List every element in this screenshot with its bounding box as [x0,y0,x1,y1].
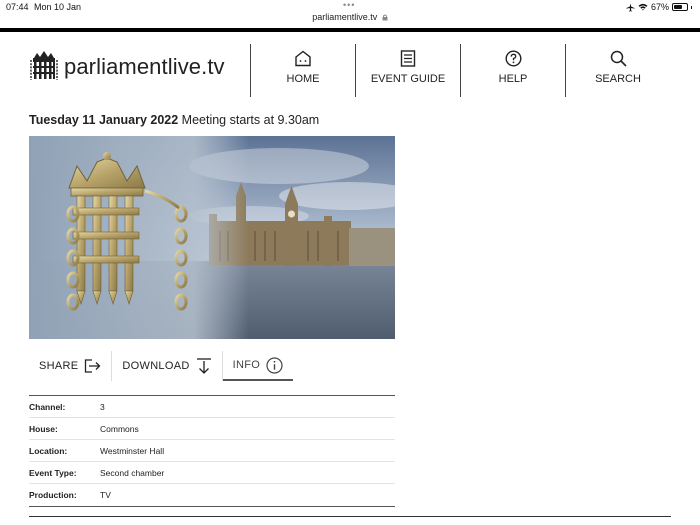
info-key: Event Type: [29,467,77,478]
info-row: House: Commons [29,418,395,440]
document-list-icon [400,50,416,67]
info-value: Second chamber [100,467,165,478]
battery-level-fill [674,5,683,9]
help-icon [504,50,522,67]
status-time: 07:44 [6,2,29,12]
wifi-icon [638,3,648,11]
info-value: TV [100,490,111,500]
meeting-date: Tuesday 11 January 2022 [29,113,179,127]
nav-search-label: SEARCH [595,73,641,85]
info-label: INFO [232,359,261,371]
download-button[interactable]: DOWNLOAD [112,351,221,381]
info-row: Channel: 3 [29,396,395,418]
battery-percent: 67% [650,2,669,12]
airplane-icon [626,2,635,12]
battery-cap [691,5,692,9]
download-label: DOWNLOAD [122,360,190,372]
share-label: SHARE [39,360,79,372]
meeting-start-time: Meeting starts at 9.30am [181,113,320,127]
url-text: parliamentlive.tv [312,12,378,22]
event-info-table: Channel: 3 House: Commons Location: Westminst… [29,395,395,507]
nav-event-guide[interactable]: EVENT GUIDE [356,50,460,85]
logo-text: parliamentlive.tv [64,54,225,79]
info-icon [266,356,283,374]
battery-icon [672,3,688,11]
nav-home[interactable]: HOME [251,50,355,85]
download-icon [196,358,211,374]
lock-icon [382,14,388,21]
status-date: Mon 10 Jan [34,2,82,12]
site-header: parliamentlive.tv HOME EVENT GUIDE HELP … [0,32,700,102]
home-icon [295,50,311,67]
nav-home-label: HOME [286,73,320,85]
share-button[interactable]: SHARE [29,351,111,381]
nav-help-label: HELP [498,73,528,85]
info-value: Commons [100,423,139,434]
nav-event-guide-label: EVENT GUIDE [370,73,446,85]
info-row: Production: TV [29,484,395,506]
search-icon [610,50,627,67]
info-key: Channel: [29,401,66,412]
info-row: Location: Westminster Hall [29,440,395,462]
action-bar: SHARE DOWNLOAD INFO [29,351,294,381]
nav-search[interactable]: SEARCH [566,50,670,85]
event-thumbnail[interactable] [29,136,395,339]
info-key: Location: [29,445,68,456]
address-bar[interactable]: parliamentlive.tv [0,12,700,27]
status-indicators: 67% [626,2,692,12]
info-value: 3 [100,401,105,412]
nav-help[interactable]: HELP [461,50,565,85]
meeting-heading: Tuesday 11 January 2022 Meeting starts a… [29,113,319,127]
info-value: Westminster Hall [100,445,165,456]
multitasking-dots-icon[interactable]: ••• [343,0,355,10]
info-key: Production: [29,490,77,500]
info-tab[interactable]: INFO [222,351,294,381]
portcullis-icon [30,51,58,80]
info-key: House: [29,423,58,434]
parliament-image [29,136,395,339]
info-row: Event Type: Second chamber [29,462,395,484]
site-logo[interactable]: parliamentlive.tv [28,50,225,84]
page-bottom-rule [29,516,671,517]
share-icon [85,359,101,373]
